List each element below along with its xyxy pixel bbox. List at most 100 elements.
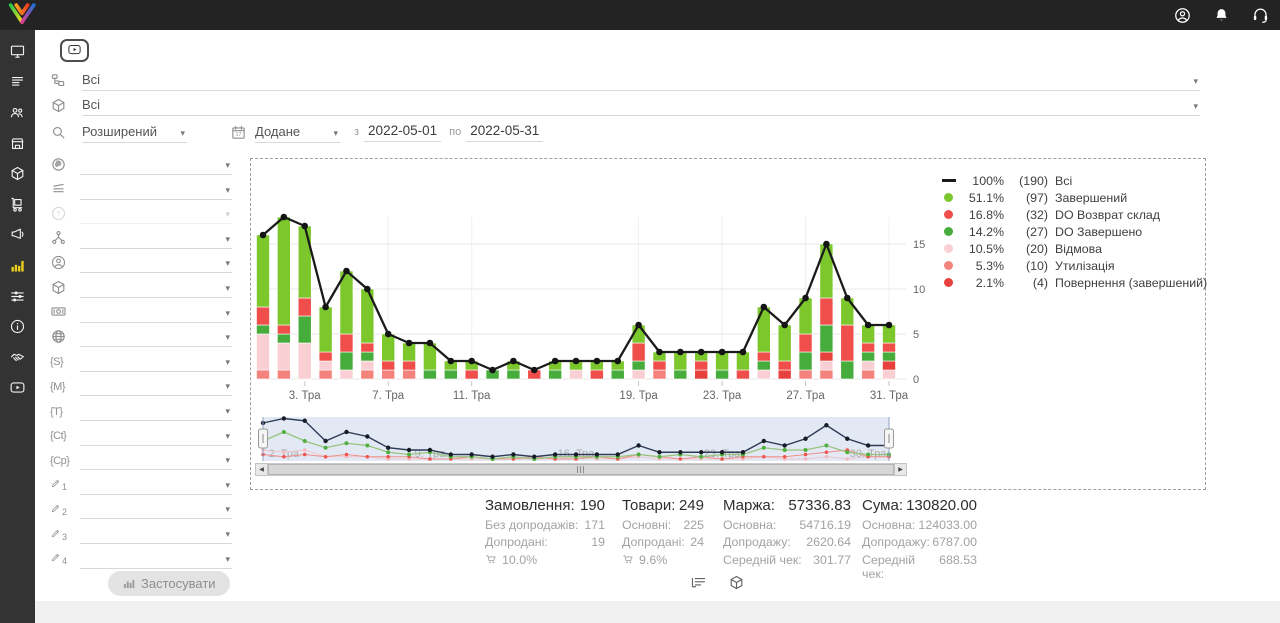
legend-count: (190) xyxy=(1008,174,1048,188)
svg-text:31. Тра: 31. Тра xyxy=(870,390,909,402)
{M}-icon: {M} xyxy=(50,377,67,394)
sidebar-item-video[interactable] xyxy=(0,373,35,404)
stat-row: Допродані:24 xyxy=(622,535,704,549)
filter-size-t-select[interactable]: ▾ xyxy=(80,399,232,421)
filter-size-m-select[interactable]: ▾ xyxy=(80,374,232,396)
scrollbar-thumb[interactable] xyxy=(268,464,894,475)
sidebar-item-products[interactable] xyxy=(0,158,35,189)
svg-text:7. Тра: 7. Тра xyxy=(372,390,405,402)
scrollbar-track[interactable] xyxy=(268,463,894,476)
chevron-down-icon: ▾ xyxy=(225,431,230,442)
sidebar-item-partners[interactable] xyxy=(0,342,35,373)
search-icon xyxy=(50,124,67,141)
list-view-icon[interactable] xyxy=(690,574,707,591)
legend-percent: 10.5% xyxy=(962,242,1004,256)
chevron-down-icon: ▾ xyxy=(225,332,230,343)
legend-count: (20) xyxy=(1008,242,1048,256)
chart-navigator[interactable]: 2. Тра9. Тра16. Тра23. Тра30. Тра xyxy=(251,415,1207,463)
sidebar-item-marketing[interactable] xyxy=(0,220,35,251)
chevron-down-icon: ▾ xyxy=(180,128,185,139)
stat-row: Основні:225 xyxy=(622,518,704,532)
filter-sorting-select[interactable]: ▾ xyxy=(80,178,232,200)
stat-title: Сума:130820.00 xyxy=(862,497,977,514)
stat-row: Основна:124033.00 xyxy=(862,518,977,532)
sidebar-item-clients[interactable] xyxy=(0,97,35,128)
legend-percent: 14.2% xyxy=(962,225,1004,239)
filter-structure-select[interactable]: ▾ xyxy=(80,227,232,249)
filter-custom-1-select[interactable]: ▾ xyxy=(80,473,232,495)
sidebar-item-dashboard[interactable] xyxy=(0,36,35,67)
svg-text:23. Тра: 23. Тра xyxy=(703,390,742,402)
filter-help-select[interactable]: ▾ xyxy=(80,202,232,224)
filter-network-select[interactable]: ▾ xyxy=(80,153,232,175)
scroll-right-arrow[interactable]: ▶ xyxy=(894,463,907,476)
filter-size-s-select[interactable]: ▾ xyxy=(80,350,232,372)
legend-item[interactable]: 2.1%(4)Повернення (завершений) xyxy=(941,274,1207,291)
brand-logo[interactable] xyxy=(8,2,36,28)
filter-size-m-row: {M} ▾ xyxy=(50,373,240,397)
filter-custom-1-row: 1▾ xyxy=(50,472,240,496)
category-select[interactable]: Всі▾ xyxy=(82,69,1200,91)
filter-manager-select[interactable]: ▾ xyxy=(80,251,232,273)
filter-custom-4-select[interactable]: ▾ xyxy=(80,547,232,569)
legend-item[interactable]: 51.1%(97)Завершений xyxy=(941,189,1207,206)
app-root: Всі▾ Всі▾ Розширений▾ 17 Додане▾ з 2022-… xyxy=(0,0,1280,623)
user-account-icon[interactable] xyxy=(1173,6,1192,25)
top-bar xyxy=(0,0,1280,30)
sidebar-item-statistics[interactable] xyxy=(0,250,35,281)
filter-custom-3-select[interactable]: ▾ xyxy=(80,522,232,544)
legend-label: Утилізація xyxy=(1055,259,1115,273)
sidebar-item-market[interactable] xyxy=(0,128,35,159)
legend-percent: 16.8% xyxy=(962,208,1004,222)
filter-website-select[interactable]: ▾ xyxy=(80,325,232,347)
lines3-icon xyxy=(50,180,67,197)
scrollbar-grip-icon xyxy=(577,466,585,473)
stat-card: Товари:249Основні:225Допродані:249.6% xyxy=(622,497,704,567)
support-icon[interactable] xyxy=(1251,6,1270,25)
help-icon: ? xyxy=(50,205,67,222)
sidebar-item-settings[interactable] xyxy=(0,281,35,312)
filter-payment-select[interactable]: ▾ xyxy=(80,301,232,323)
notifications-icon[interactable] xyxy=(1212,6,1231,25)
filter-payment-row: ▾ xyxy=(50,300,240,324)
product-box-icon xyxy=(50,97,67,114)
legend-count: (10) xyxy=(1008,259,1048,273)
legend-item[interactable]: 14.2%(27)DO Завершено xyxy=(941,223,1207,240)
scroll-left-arrow[interactable]: ◀ xyxy=(255,463,268,476)
sidebar-item-orders[interactable] xyxy=(0,67,35,98)
filter-website-row: ▾ xyxy=(50,324,240,348)
search-mode-value: Розширений xyxy=(82,124,157,139)
date-from-input[interactable]: 2022-05-01 xyxy=(364,123,441,142)
product-view-icon[interactable] xyxy=(728,574,745,591)
sidebar-item-supply[interactable] xyxy=(0,189,35,220)
legend-item[interactable]: 16.8%(32)DO Возврат склад xyxy=(941,206,1207,223)
chevron-down-icon: ▾ xyxy=(225,504,230,515)
filter-custom-2-select[interactable]: ▾ xyxy=(80,497,232,519)
legend-item[interactable]: 10.5%(20)Відмова xyxy=(941,240,1207,257)
sidebar-item-info[interactable] xyxy=(0,311,35,342)
sidebar xyxy=(0,30,35,623)
search-mode-select[interactable]: Розширений ▾ xyxy=(82,121,187,143)
filter-product-type-select[interactable]: ▾ xyxy=(80,276,232,298)
date-field-select[interactable]: Додане▾ xyxy=(255,121,340,143)
date-to-input[interactable]: 2022-05-31 xyxy=(466,123,543,142)
calendar-icon: 17 xyxy=(230,124,247,141)
apply-filters-button[interactable]: Застосувати xyxy=(108,571,230,596)
chevron-down-icon: ▾ xyxy=(225,554,230,565)
stat-card: Сума:130820.00Основна:124033.00Допродажу… xyxy=(862,497,977,581)
filter-help-row: ?▾ xyxy=(50,201,240,225)
filter-manager-row: ▾ xyxy=(50,250,240,274)
legend-item[interactable]: 100%(190)Всі xyxy=(941,172,1207,189)
chart-legend: 100%(190)Всі51.1%(97)Завершений16.8%(32)… xyxy=(941,172,1207,291)
filter-size-t-row: {T}▾ xyxy=(50,398,240,422)
stat-title: Товари:249 xyxy=(622,497,704,514)
filter-size-cp-select[interactable]: ▾ xyxy=(80,448,232,470)
filter-size-ct-select[interactable]: ▾ xyxy=(80,424,232,446)
category-tree-icon xyxy=(50,72,67,89)
video-help-button[interactable] xyxy=(60,39,89,62)
legend-item[interactable]: 5.3%(10)Утилізація xyxy=(941,257,1207,274)
svg-text:27. Тра: 27. Тра xyxy=(786,390,825,402)
legend-label: DO Возврат склад xyxy=(1055,208,1160,222)
product-select[interactable]: Всі▾ xyxy=(82,94,1200,116)
legend-dot-marker xyxy=(944,261,953,270)
